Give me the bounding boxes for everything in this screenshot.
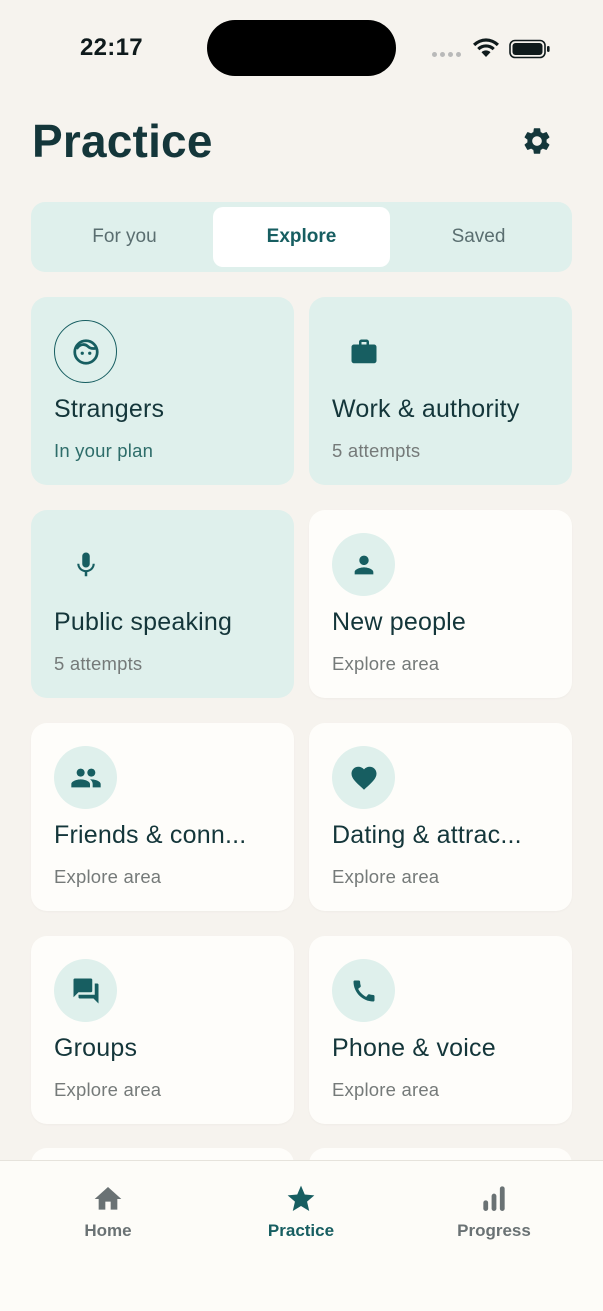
card-title: Work & authority [332,395,520,423]
nav-practice[interactable]: Practice [241,1183,361,1241]
home-icon [94,1187,122,1210]
card-subtitle: In your plan [54,440,154,461]
card-title: New people [332,608,467,636]
card-subtitle: Explore area [54,1079,162,1100]
status-time: 22:17 [80,34,143,61]
nav-home[interactable]: Home [48,1183,168,1241]
cellular-signal-icon [432,52,461,57]
nav-progress[interactable]: Progress [434,1183,554,1241]
bottom-nav: Home Practice Progress [0,1160,603,1311]
card-subtitle: Explore area [332,653,440,674]
chat-icon [73,978,98,1003]
wifi-icon [473,38,499,57]
card-icon-badge [332,959,395,1022]
page-title: Practice [32,115,213,167]
heart-icon [351,766,376,790]
card-subtitle: 5 attempts [332,440,421,461]
card-title: Dating & attrac... [332,821,522,849]
card-subtitle: Explore area [332,1079,440,1100]
practice-screen: 22:17 Practice For you Explore Saved Str… [0,0,603,1311]
face-icon [72,338,99,365]
card-title: Public speaking [54,608,233,636]
card-icon-badge [54,533,117,596]
card-title: Phone & voice [332,1034,496,1062]
person-icon [354,555,373,574]
nav-label: Progress [457,1221,531,1240]
card-icon-badge [332,320,395,383]
microphone-icon [76,552,95,576]
category-card-strangers[interactable]: Strangers In your plan [31,297,294,485]
category-card-dating[interactable]: Dating & attrac... Explore area [309,723,572,911]
category-card-friends[interactable]: Friends & conn... Explore area [31,723,294,911]
phone-icon [353,980,374,1001]
category-card-new-people[interactable]: New people Explore area [309,510,572,698]
card-subtitle: Explore area [54,866,162,887]
category-card-phone-voice[interactable]: Phone & voice Explore area [309,936,572,1124]
settings-button[interactable] [518,122,556,160]
card-title: Groups [54,1034,138,1062]
card-icon-badge [54,746,117,809]
card-icon-badge [54,959,117,1022]
status-bar: 22:17 [0,0,603,96]
card-icon-badge [332,746,395,809]
tab-saved[interactable]: Saved [390,207,567,267]
category-card-work-authority[interactable]: Work & authority 5 attempts [309,297,572,485]
people-icon [70,768,101,787]
card-title: Strangers [54,395,165,423]
card-subtitle: Explore area [332,866,440,887]
battery-icon [509,39,550,59]
star-icon [287,1185,315,1211]
dynamic-island [207,20,396,76]
card-icon-badge [54,320,117,383]
category-card-public-speaking[interactable]: Public speaking 5 attempts [31,510,294,698]
nav-label: Practice [267,1221,335,1240]
briefcase-icon [351,339,376,363]
category-card-groups[interactable]: Groups Explore area [31,936,294,1124]
card-subtitle: 5 attempts [54,653,143,674]
bar-chart-icon [483,1186,505,1211]
nav-label: Home [84,1221,132,1240]
tab-explore[interactable]: Explore [213,207,390,267]
card-icon-badge [332,533,395,596]
card-title: Friends & conn... [54,821,247,849]
tab-for-you[interactable]: For you [36,207,213,267]
category-grid: Strangers In your plan Work & authority … [31,297,572,1124]
segmented-tabs: For you Explore Saved [31,202,572,272]
gear-icon [524,128,550,154]
